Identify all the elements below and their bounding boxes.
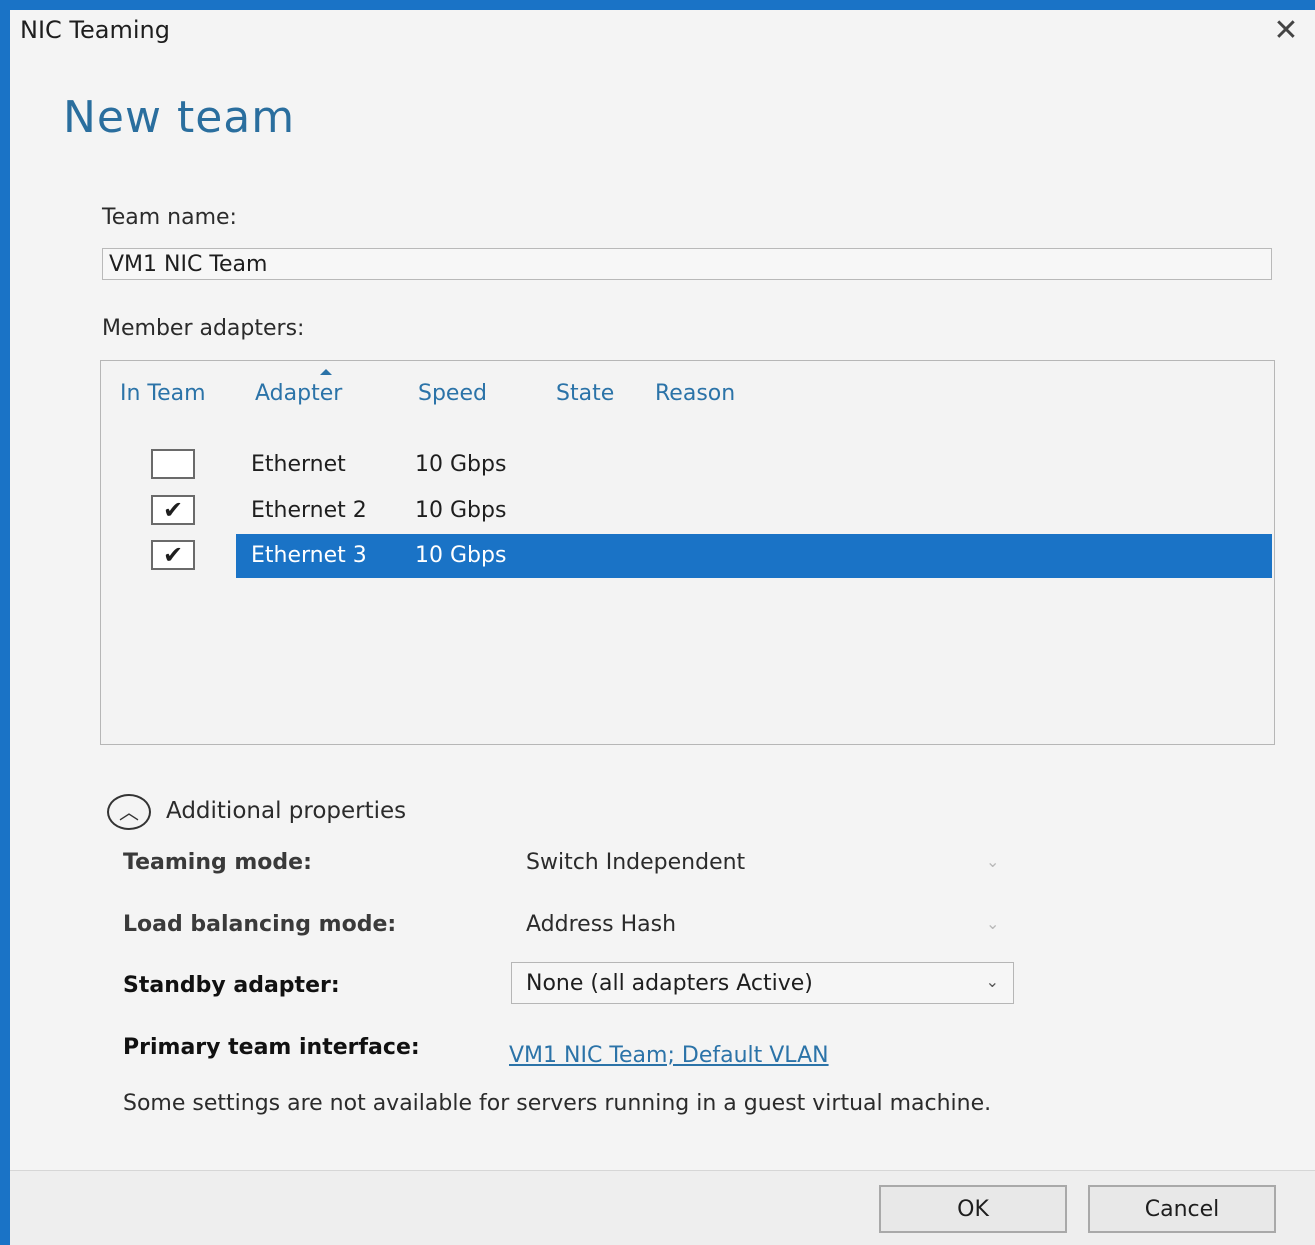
member-adapters-list: In Team Adapter Speed State Reason Ether…	[100, 360, 1275, 745]
standby-adapter-label: Standby adapter:	[123, 973, 340, 998]
adapter-speed: 10 Gbps	[415, 498, 507, 523]
standby-adapter-dropdown[interactable]: None (all adapters Active) ⌄	[511, 962, 1014, 1004]
load-balancing-mode-value: Address Hash ⌄	[526, 912, 999, 937]
nic-teaming-dialog: NIC Teaming ✕ New team Team name: Member…	[0, 0, 1315, 1245]
window-title: NIC Teaming	[20, 16, 170, 44]
additional-properties-toggle[interactable]: Additional properties	[166, 798, 406, 824]
column-header-in-team[interactable]: In Team	[120, 381, 206, 406]
collapse-chevron-icon[interactable]: ︿	[107, 794, 151, 830]
chevron-down-icon: ⌄	[985, 972, 999, 991]
standby-adapter-value: None (all adapters Active)	[526, 971, 813, 996]
column-header-adapter[interactable]: Adapter	[255, 369, 343, 406]
close-icon[interactable]: ✕	[1271, 16, 1301, 46]
teaming-mode-text: Switch Independent	[526, 850, 746, 875]
adapter-speed: 10 Gbps	[415, 452, 507, 477]
team-name-input[interactable]	[102, 248, 1272, 280]
adapter-row-selected[interactable]: ✔ Ethernet 3 10 Gbps	[101, 534, 1274, 578]
guest-vm-note: Some settings are not available for serv…	[123, 1091, 992, 1116]
in-team-checkbox[interactable]: ✔	[151, 540, 195, 570]
title-bar: NIC Teaming ✕	[10, 10, 1315, 54]
in-team-checkbox[interactable]: ✔	[151, 495, 195, 525]
primary-team-interface-label: Primary team interface:	[123, 1035, 420, 1060]
page-title: New team	[63, 92, 296, 143]
adapter-row[interactable]: Ethernet 10 Gbps	[101, 443, 1274, 487]
teaming-mode-value: Switch Independent ⌄	[526, 850, 999, 875]
primary-team-interface-link[interactable]: VM1 NIC Team; Default VLAN	[509, 1043, 829, 1068]
column-header-state[interactable]: State	[556, 381, 614, 406]
adapter-name: Ethernet	[251, 452, 346, 477]
adapter-name: Ethernet 2	[251, 498, 367, 523]
column-header-reason[interactable]: Reason	[655, 381, 735, 406]
adapter-row[interactable]: ✔ Ethernet 2 10 Gbps	[101, 489, 1274, 533]
sort-ascending-icon	[320, 369, 332, 375]
load-balancing-mode-text: Address Hash	[526, 912, 677, 937]
member-adapters-label: Member adapters:	[102, 316, 305, 341]
load-balancing-mode-label: Load balancing mode:	[123, 912, 397, 937]
adapter-name: Ethernet 3	[251, 543, 367, 568]
chevron-down-icon: ⌄	[986, 852, 1000, 871]
column-header-speed[interactable]: Speed	[418, 381, 487, 406]
cancel-button[interactable]: Cancel	[1088, 1185, 1276, 1233]
selection-highlight	[236, 534, 1272, 578]
adapter-speed: 10 Gbps	[415, 543, 507, 568]
teaming-mode-label: Teaming mode:	[123, 850, 312, 875]
in-team-checkbox[interactable]	[151, 449, 195, 479]
team-name-label: Team name:	[102, 205, 237, 230]
chevron-down-icon: ⌄	[986, 914, 1000, 933]
ok-button[interactable]: OK	[879, 1185, 1067, 1233]
column-header-adapter-label: Adapter	[255, 381, 343, 406]
